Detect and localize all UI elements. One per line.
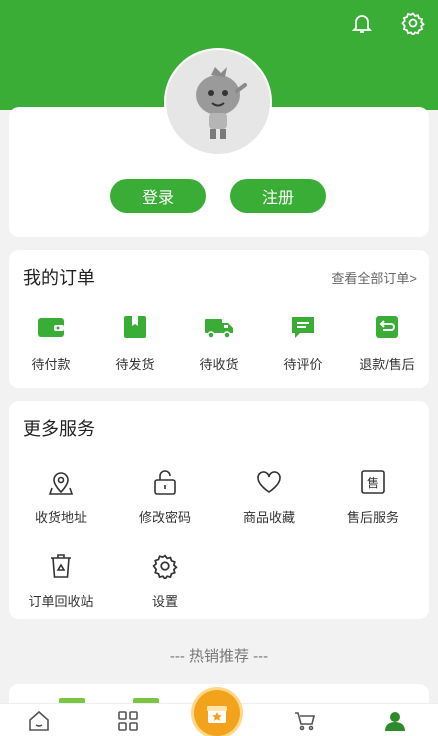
more-services-title: 更多服务 <box>23 419 95 439</box>
service-label: 修改密码 <box>138 510 191 525</box>
my-orders-title: 我的订单 <box>23 268 95 288</box>
order-pending-payment[interactable]: 待付款 <box>9 312 93 382</box>
bell-icon[interactable] <box>349 10 375 36</box>
service-settings[interactable]: 设置 <box>113 551 217 611</box>
avatar[interactable] <box>164 48 272 156</box>
more-services-card: 更多服务 收货地址 修改密码 商品收藏 售 售后服务 订单回收站 设置 <box>9 401 429 619</box>
gift-icon[interactable] <box>194 690 240 736</box>
service-recycle-bin[interactable]: 订单回收站 <box>9 551 113 611</box>
register-button[interactable]: 注册 <box>230 179 326 213</box>
svg-text:售: 售 <box>367 475 379 490</box>
order-label: 退款/售后 <box>359 357 415 372</box>
order-pending-shipment[interactable]: 待发货 <box>93 312 177 382</box>
settings-icon <box>150 551 180 581</box>
comment-icon <box>288 312 318 342</box>
service-change-password[interactable]: 修改密码 <box>113 467 217 527</box>
order-refund-after-sale[interactable]: 退款/售后 <box>345 312 429 382</box>
package-icon <box>120 312 150 342</box>
heart-icon <box>254 467 284 497</box>
order-label: 待付款 <box>31 357 71 372</box>
category-icon[interactable] <box>113 708 143 734</box>
location-icon <box>46 467 76 497</box>
wallet-icon <box>36 312 66 342</box>
view-all-orders-link[interactable]: 查看全部订单> <box>331 268 417 287</box>
service-label: 设置 <box>151 594 178 609</box>
service-favorites[interactable]: 商品收藏 <box>217 467 321 527</box>
user-icon[interactable] <box>380 708 410 734</box>
service-label: 售后服务 <box>346 510 399 525</box>
order-label: 待收货 <box>199 357 239 372</box>
login-button[interactable]: 登录 <box>110 179 206 213</box>
order-pending-review[interactable]: 待评价 <box>261 312 345 382</box>
recycle-bin-icon <box>46 551 76 581</box>
refund-icon <box>372 312 402 342</box>
service-label: 商品收藏 <box>242 510 295 525</box>
truck-icon <box>204 312 234 342</box>
service-label: 收货地址 <box>34 510 87 525</box>
service-after-sale[interactable]: 售 售后服务 <box>321 467 425 527</box>
order-label: 待发货 <box>115 357 155 372</box>
cart-icon[interactable] <box>290 708 320 734</box>
after-sale-icon: 售 <box>358 467 388 497</box>
home-icon[interactable] <box>24 708 54 734</box>
order-label: 待评价 <box>283 357 323 372</box>
order-pending-receipt[interactable]: 待收货 <box>177 312 261 382</box>
hot-recommend-title: --- 热销推荐 --- <box>169 648 269 665</box>
my-orders-card: 我的订单 查看全部订单> 待付款 待发货 待收货 待评价 退款/售后 <box>9 250 429 388</box>
gear-icon[interactable] <box>400 10 426 36</box>
lock-icon <box>150 467 180 497</box>
service-label: 订单回收站 <box>28 594 94 609</box>
service-address[interactable]: 收货地址 <box>9 467 113 527</box>
